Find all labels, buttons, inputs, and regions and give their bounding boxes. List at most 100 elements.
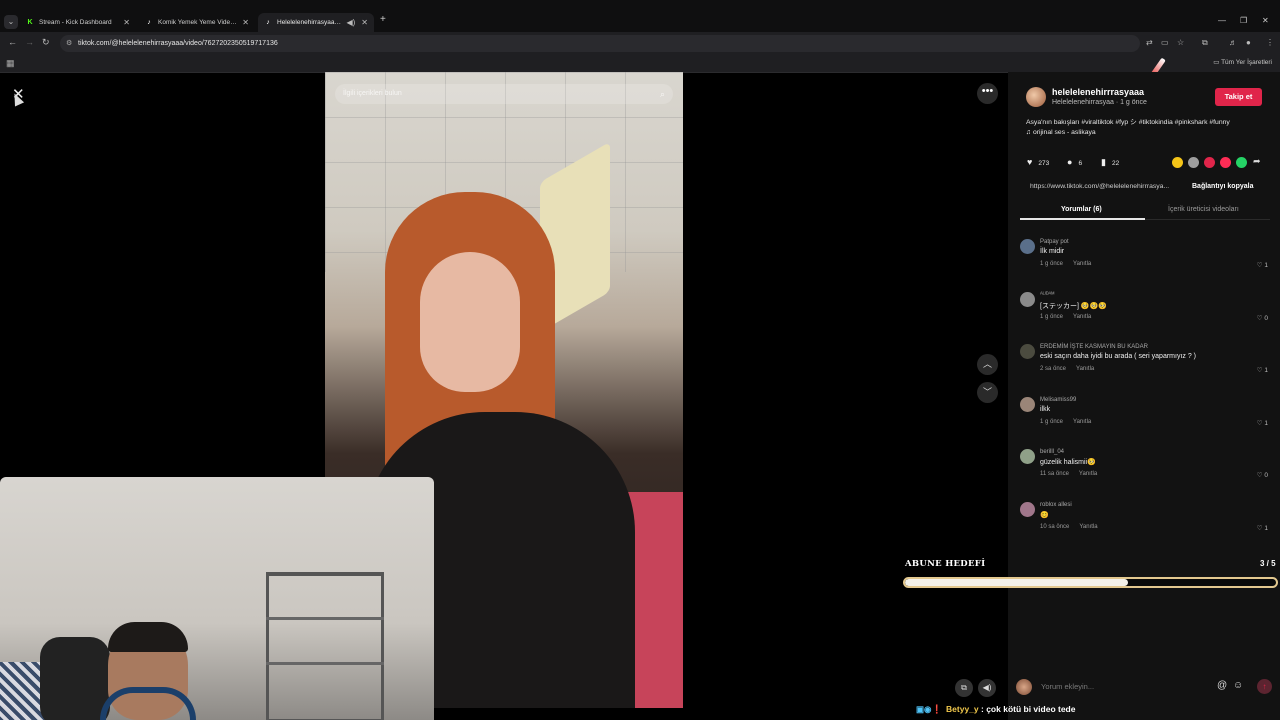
video-person-face [420, 252, 520, 392]
comment-time: 1 g önce [1040, 419, 1064, 425]
close-tab-icon[interactable]: ✕ [242, 18, 249, 27]
profile-avatar[interactable]: ● [1246, 38, 1251, 47]
comment-meta: 2 sa önce Yanıtla [1040, 366, 1104, 372]
comment-username[interactable]: ERDEMİM İŞTE KASMAYIN BU KADAR [1040, 344, 1148, 350]
reload-icon[interactable]: ↻ [42, 37, 50, 48]
previous-video-button[interactable]: ︿ [977, 354, 998, 375]
reply-button[interactable]: Yanıtla [1079, 471, 1097, 477]
comment-avatar[interactable] [1020, 292, 1035, 307]
sound-link[interactable]: ♫ orijinal ses - aslikaya [1026, 129, 1096, 136]
browser-tab-active[interactable]: ♪ Helelelenehirrasyaa (@helel ◀) ✕ [258, 13, 374, 32]
comment-username[interactable]: Melisamiss99 [1040, 397, 1076, 403]
comment-username[interactable]: berilll_04 [1040, 449, 1064, 455]
comment-username[interactable]: roblox allesi [1040, 502, 1072, 508]
window-close-icon[interactable]: ✕ [1262, 16, 1269, 25]
comment-time: 1 g önce [1040, 314, 1064, 320]
webcam-headset [100, 687, 196, 720]
browser-tab[interactable]: ♪ Komik Yemek Yeme Videoları | ✕ [139, 13, 255, 32]
comment-like-button[interactable]: ♡ 0 [1257, 314, 1268, 322]
comment-avatar[interactable] [1020, 502, 1035, 517]
comment-username[interactable]: ᴬᴸᴵᴰᴬᴹ [1040, 292, 1054, 298]
comment-like-button[interactable]: ♡ 1 [1257, 261, 1268, 269]
volume-button[interactable]: ◀) [978, 679, 996, 697]
share-whatsapp-icon[interactable] [1236, 157, 1247, 168]
share-pinterest-icon[interactable] [1204, 157, 1215, 168]
send-comment-button[interactable]: ↑ [1257, 679, 1272, 694]
tab-search-menu-icon[interactable]: ⌄ [4, 15, 18, 29]
copy-link-button[interactable]: Bağlantıyı kopyala [1192, 183, 1253, 190]
comment-like-button[interactable]: ♡ 1 [1257, 419, 1268, 427]
tab-creator-videos[interactable]: İçerik üreticisi videoları [1168, 206, 1239, 213]
related-search-input[interactable]: İlgili içerikleri bulun ⌕ [335, 84, 673, 104]
comment-avatar[interactable] [1020, 397, 1035, 412]
more-options-button[interactable]: ••• [977, 83, 998, 104]
share-arrow-icon[interactable]: ➦ [1253, 156, 1261, 167]
cast-icon[interactable]: ▭ [1161, 38, 1169, 47]
audio-playing-icon[interactable]: ◀) [346, 18, 355, 27]
comment-like-count: 1 [1264, 420, 1268, 427]
author-username[interactable]: helelelenehirrrasyaaa [1052, 87, 1144, 97]
author-avatar[interactable] [1026, 87, 1046, 107]
comment-username[interactable]: Patpay pot [1040, 239, 1069, 245]
comment-meta: 1 g önce Yanıtla [1040, 261, 1101, 267]
comment-text: İlk midir [1040, 248, 1065, 255]
comment-like-button[interactable]: ♡ 0 [1257, 471, 1268, 479]
browser-tab[interactable]: K Stream - Kick Dashboard ✕ [20, 13, 136, 32]
comment-avatar[interactable] [1020, 239, 1035, 254]
comment-avatar[interactable] [1020, 449, 1035, 464]
comment-item: roblox allesi 😊 10 sa önce Yanıtla ♡ 1 [1020, 502, 1270, 542]
comment-like-count: 0 [1264, 472, 1268, 479]
comment-time: 1 g önce [1040, 261, 1064, 267]
picture-in-picture-button[interactable]: ⧉ [955, 679, 973, 697]
url-text: tiktok.com/@helelelenehirrasyaaa/video/7… [78, 40, 278, 47]
sub-goal-title: ABUNE HEDEFİ [905, 559, 986, 569]
next-video-button[interactable]: ﹀ [977, 382, 998, 403]
comment-like-count: 1 [1264, 262, 1268, 269]
reply-button[interactable]: Yanıtla [1076, 366, 1094, 372]
comment-meta: 10 sa önce Yanıtla [1040, 524, 1108, 530]
comment-like-button[interactable]: ♡ 1 [1257, 366, 1268, 374]
close-tab-icon[interactable]: ✕ [361, 18, 368, 27]
comment-meta: 1 g önce Yanıtla [1040, 314, 1101, 320]
comment-time: 10 sa önce [1040, 524, 1070, 530]
tab-comments[interactable]: Yorumlar (6) [1061, 206, 1102, 213]
like-button[interactable]: ♥ 273 [1027, 157, 1049, 167]
search-icon[interactable]: ⌕ [660, 84, 665, 104]
tiktok-icon: ♪ [147, 18, 151, 26]
comment-text: güzelik halismii🥺 [1040, 459, 1096, 466]
share-friends-icon[interactable] [1188, 157, 1199, 168]
comment-avatar[interactable] [1020, 344, 1035, 359]
emoji-icon[interactable]: ☺ [1233, 680, 1243, 691]
site-info-icon[interactable]: ⚙ [66, 35, 72, 52]
reply-button[interactable]: Yanıtla [1073, 419, 1091, 425]
save-button[interactable]: ▮ 22 [1101, 157, 1119, 168]
share-tiktok-icon[interactable] [1220, 157, 1231, 168]
share-embed-icon[interactable] [1172, 157, 1183, 168]
minimize-icon[interactable]: — [1218, 16, 1226, 25]
comment-text: ilkk [1040, 406, 1051, 413]
bookmark-star-icon[interactable]: ☆ [1177, 38, 1184, 47]
chat-text: : çok kötü bi video tede [981, 704, 1076, 714]
browser-menu-icon[interactable]: ⋮ [1266, 38, 1274, 47]
mention-icon[interactable]: @ [1217, 680, 1227, 691]
close-tab-icon[interactable]: ✕ [123, 18, 130, 27]
restore-icon[interactable]: ❐ [1240, 16, 1247, 25]
extensions-icon[interactable]: ⧉ [1202, 38, 1208, 48]
back-icon[interactable]: ← [8, 37, 17, 47]
media-controls-icon[interactable]: ♬ [1229, 38, 1237, 47]
follow-button[interactable]: Takip et [1215, 88, 1262, 106]
comment-input[interactable]: Yorum ekleyin... [1041, 682, 1094, 691]
comment-item: Melisamiss99 ilkk 1 g önce Yanıtla ♡ 1 [1020, 397, 1270, 437]
url-bar[interactable]: ⚙ tiktok.com/@helelelenehirrasyaaa/video… [60, 35, 1140, 52]
reply-button[interactable]: Yanıtla [1079, 524, 1097, 530]
all-bookmarks-button[interactable]: ▭ Tüm Yer İşaretleri [1213, 58, 1272, 66]
reply-button[interactable]: Yanıtla [1073, 314, 1091, 320]
forward-icon[interactable]: → [25, 37, 34, 47]
apps-grid-icon[interactable]: ▦ [6, 58, 15, 69]
translate-icon[interactable]: ⇄ [1146, 38, 1153, 47]
comment-like-button[interactable]: ♡ 1 [1257, 524, 1268, 532]
new-tab-button[interactable]: + [380, 14, 386, 25]
reply-button[interactable]: Yanıtla [1073, 261, 1091, 267]
comment-button[interactable]: ● 6 [1067, 157, 1082, 167]
streamer-webcam [0, 477, 434, 720]
